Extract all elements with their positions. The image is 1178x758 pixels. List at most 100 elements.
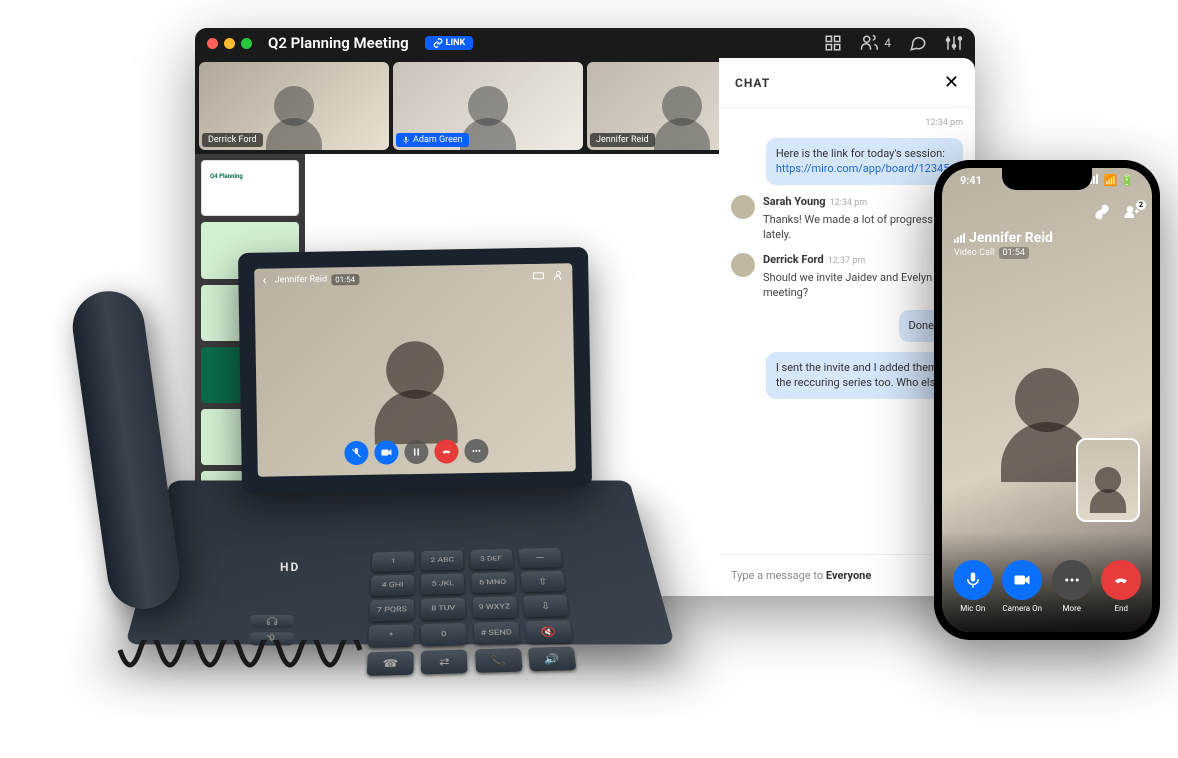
keypad-key[interactable]: ⇩ — [523, 595, 569, 618]
chat-title: CHAT — [735, 76, 770, 90]
people-icon[interactable] — [552, 269, 564, 281]
hangup-icon — [1112, 571, 1130, 589]
participant-avatar — [662, 86, 702, 126]
link-icon[interactable] — [1094, 204, 1110, 220]
keypad-key[interactable]: 8 TUV — [421, 598, 465, 621]
window-titlebar: Q2 Planning Meeting LINK 4 — [195, 28, 975, 58]
chat-icon[interactable] — [909, 34, 927, 52]
call-subtitle: Video Call 01:54 — [954, 248, 1140, 258]
pause-button[interactable] — [404, 440, 428, 464]
end-call-button[interactable]: End — [1101, 560, 1141, 613]
maximize-window-button[interactable] — [241, 38, 252, 49]
meeting-title: Q2 Planning Meeting — [268, 34, 409, 52]
caller-name: Jennifer Reid — [969, 230, 1053, 246]
chat-message-incoming: Derrick Ford12:37 pm Should we invite Ja… — [731, 253, 963, 301]
meeting-link-badge[interactable]: LINK — [425, 36, 474, 50]
keypad-key[interactable]: — — [518, 548, 562, 569]
more-icon — [470, 445, 482, 457]
keypad-key[interactable]: ⇄ — [421, 649, 468, 674]
keypad-key[interactable]: 📞 — [474, 648, 522, 673]
mobile-phone-mockup: 9:41 📶 🔋 2 Jennifer Reid Video Call 01:5 — [934, 160, 1160, 640]
hd-icon — [532, 270, 544, 282]
self-avatar — [1095, 467, 1121, 493]
participant-name-label: Jennifer Reid — [590, 133, 655, 147]
mobile-status-icons: 📶 🔋 — [1087, 174, 1134, 187]
keypad-key[interactable]: 4 GHI — [370, 575, 414, 597]
chat-message-outgoing: Here is the link for today's session: ht… — [766, 138, 963, 185]
camera-icon — [1013, 571, 1031, 589]
mic-icon — [402, 136, 410, 144]
pause-icon — [410, 446, 422, 458]
desk-phone-remote-video — [382, 337, 447, 402]
caller-avatar — [386, 341, 445, 400]
mic-button[interactable] — [344, 441, 368, 465]
keypad-key[interactable]: 1 — [372, 551, 415, 572]
chat-message-incoming: Sarah Young12:34 pm Thanks! We made a lo… — [731, 195, 963, 243]
participant-name-label: Adam Green — [396, 133, 469, 147]
titlebar-actions: 4 — [824, 34, 963, 52]
people-icon[interactable] — [860, 34, 878, 52]
keypad-key[interactable]: 6 MNO — [471, 572, 515, 594]
chat-timestamp: 12:34 pm — [731, 118, 963, 128]
desk-phone-call-header: ‹ Jennifer Reid 01:54 — [262, 267, 564, 288]
keypad-key[interactable]: ☎ — [367, 651, 414, 676]
keypad-key[interactable]: 🔊 — [528, 647, 577, 672]
back-icon[interactable]: ‹ — [262, 273, 266, 289]
desk-phone-display: ‹ Jennifer Reid 01:54 — [238, 247, 592, 493]
signal-strength-icon — [954, 233, 965, 243]
keypad-key[interactable]: 5 JKL — [421, 573, 464, 595]
participant-count: 4 — [884, 36, 891, 50]
camera-toggle-button[interactable]: Camera On — [1002, 560, 1042, 613]
keypad-key[interactable]: 0 — [421, 623, 467, 647]
minimize-window-button[interactable] — [224, 38, 235, 49]
mobile-call-controls: Mic On Camera On More End — [942, 532, 1152, 632]
slide-thumbnail[interactable]: Q4 Planning — [201, 160, 299, 216]
video-tile[interactable]: Adam Green — [393, 62, 583, 150]
headset-icon — [265, 616, 279, 627]
add-participant-icon[interactable]: 2 — [1124, 204, 1140, 224]
desk-phone-mockup: HD 1 2 ABC 3 DEF — 4 GHI 5 JKL 6 MNO ⇧ 7… — [30, 240, 660, 700]
link-icon — [433, 38, 443, 48]
more-icon — [1063, 571, 1081, 589]
chat-header: CHAT ✕ — [719, 58, 975, 108]
keypad-key[interactable]: 🔇 — [525, 620, 572, 644]
video-button[interactable] — [374, 440, 398, 464]
phone-cord — [110, 640, 370, 700]
more-button[interactable] — [464, 439, 488, 463]
participant-name-label: Derrick Ford — [202, 133, 263, 147]
keypad-key[interactable]: # SEND — [473, 621, 520, 645]
mobile-clock: 9:41 — [960, 174, 982, 187]
mobile-screen: 9:41 📶 🔋 2 Jennifer Reid Video Call 01:5 — [942, 168, 1152, 632]
remote-person-avatar — [1015, 368, 1079, 432]
mobile-call-header: 2 Jennifer Reid Video Call 01:54 — [954, 204, 1140, 258]
headset-key[interactable] — [250, 615, 294, 628]
keypad-key[interactable]: ⇧ — [520, 571, 565, 593]
close-chat-button[interactable]: ✕ — [944, 72, 959, 93]
mic-icon — [964, 571, 982, 589]
keypad-key[interactable]: 2 ABC — [421, 550, 463, 571]
video-tile[interactable]: Derrick Ford — [199, 62, 389, 150]
more-options-button[interactable]: More — [1052, 560, 1092, 613]
traffic-lights — [207, 38, 252, 49]
keypad-key[interactable]: 7 PQRS — [369, 599, 414, 622]
grid-view-icon[interactable] — [824, 34, 842, 52]
keypad-key[interactable]: 9 WXYZ — [472, 596, 517, 619]
desk-phone-screen[interactable]: ‹ Jennifer Reid 01:54 — [254, 263, 576, 477]
participant-avatar — [274, 86, 314, 126]
hangup-button[interactable] — [434, 439, 458, 463]
hd-label: HD — [280, 560, 300, 574]
keypad-key[interactable]: * — [368, 624, 414, 648]
hangup-icon — [440, 445, 452, 457]
camera-icon — [380, 446, 392, 458]
desk-phone-call-controls — [344, 439, 488, 466]
settings-sliders-icon[interactable] — [945, 34, 963, 52]
chat-link[interactable]: https://miro.com/app/board/12345/ — [776, 162, 954, 175]
close-window-button[interactable] — [207, 38, 218, 49]
chat-avatar — [731, 195, 755, 219]
keypad-key[interactable]: 3 DEF — [470, 549, 513, 570]
chat-avatar — [731, 253, 755, 277]
phone-notch — [1002, 168, 1092, 190]
mic-toggle-button[interactable]: Mic On — [953, 560, 993, 613]
mobile-self-view-pip[interactable] — [1076, 438, 1140, 522]
participant-avatar — [468, 86, 508, 126]
